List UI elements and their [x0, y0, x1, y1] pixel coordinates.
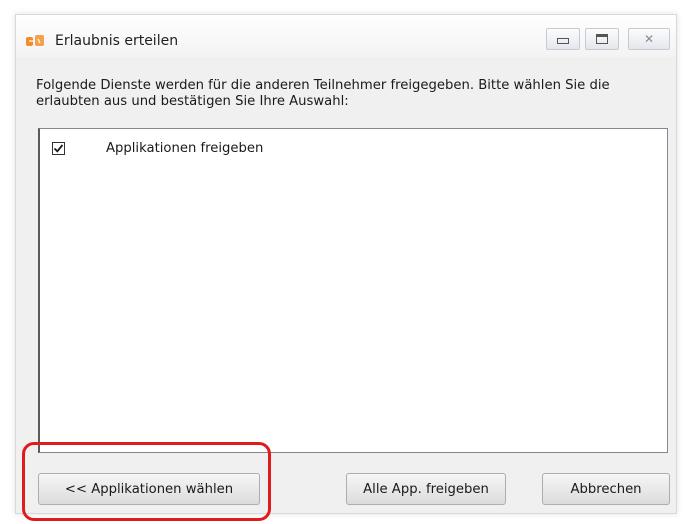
select-applications-button[interactable]: << Applikationen wählen — [38, 473, 260, 505]
maximize-icon — [596, 34, 608, 44]
service-checkbox[interactable] — [52, 142, 65, 155]
window-title: Erlaubnis erteilen — [55, 33, 179, 49]
title-bar[interactable]: Erlaubnis erteilen ✕ — [16, 15, 676, 57]
app-logo-icon — [26, 35, 46, 48]
cancel-button[interactable]: Abbrechen — [542, 473, 670, 505]
dialog-description: Folgende Dienste werden für die anderen … — [36, 78, 610, 109]
list-item[interactable]: Applikationen freigeben — [52, 141, 263, 156]
share-all-apps-button[interactable]: Alle App. freigeben — [346, 473, 506, 505]
checkmark-icon — [53, 144, 64, 153]
service-label: Applikationen freigeben — [106, 141, 264, 156]
close-icon: ✕ — [643, 32, 655, 46]
services-list[interactable]: Applikationen freigeben — [38, 128, 668, 453]
maximize-button[interactable] — [585, 28, 619, 50]
dialog-window: Erlaubnis erteilen ✕ Folgende Dienste we… — [15, 14, 677, 514]
minimize-button[interactable] — [546, 28, 580, 50]
close-button[interactable]: ✕ — [628, 28, 670, 50]
minimize-icon — [557, 38, 569, 44]
